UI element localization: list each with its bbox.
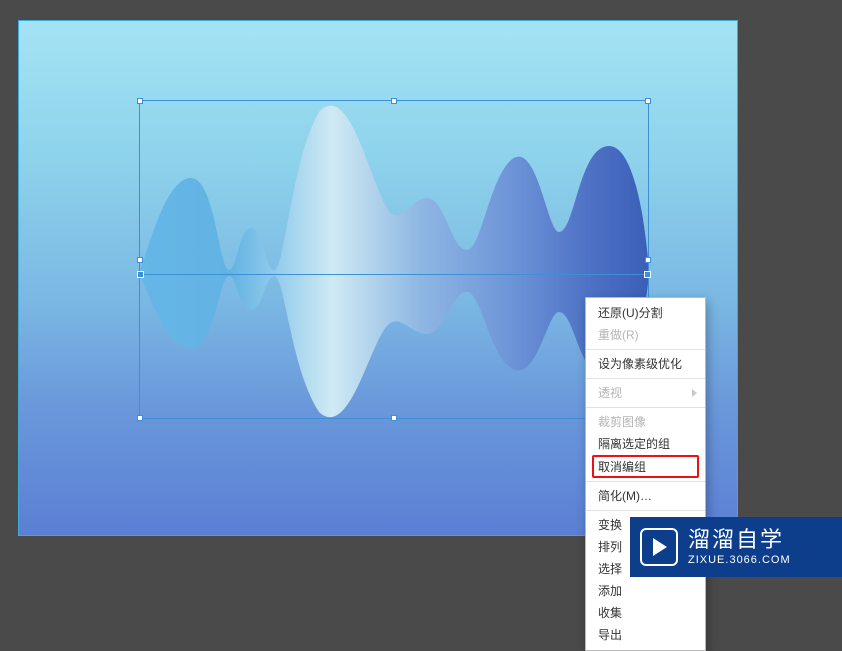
watermark-url: ZIXUE.3066.COM	[688, 554, 791, 566]
menu-item-collect[interactable]: 收集	[586, 602, 705, 624]
menu-separator	[586, 349, 705, 350]
submenu-arrow-icon	[692, 389, 697, 397]
menu-item-isolate-group[interactable]: 隔离选定的组	[586, 433, 705, 455]
menu-item-perspective: 透视	[586, 382, 705, 404]
menu-item-pixel-optimize[interactable]: 设为像素级优化	[586, 353, 705, 375]
app-stage: 还原(U)分割 重做(R) 设为像素级优化 透视 裁剪图像 隔离选定的组 取消编…	[0, 0, 842, 595]
context-menu: 还原(U)分割 重做(R) 设为像素级优化 透视 裁剪图像 隔离选定的组 取消编…	[585, 297, 706, 651]
menu-item-ungroup[interactable]: 取消编组	[598, 458, 693, 475]
menu-item-export[interactable]: 导出	[586, 624, 705, 646]
menu-item-undo[interactable]: 还原(U)分割	[586, 302, 705, 324]
menu-separator	[586, 378, 705, 379]
menu-label: 变换	[598, 518, 622, 532]
menu-label: 透视	[598, 386, 622, 400]
watermark-text: 溜溜自学 ZIXUE.3066.COM	[688, 528, 791, 566]
menu-separator	[586, 510, 705, 511]
play-icon	[640, 528, 678, 566]
waveform-shape[interactable]	[139, 100, 649, 419]
watermark-title: 溜溜自学	[688, 528, 791, 552]
menu-item-add[interactable]: 添加	[586, 580, 705, 602]
menu-item-redo: 重做(R)	[586, 324, 705, 346]
watermark-badge: 溜溜自学 ZIXUE.3066.COM	[630, 517, 842, 577]
menu-separator	[586, 481, 705, 482]
menu-item-simplify[interactable]: 简化(M)…	[586, 485, 705, 507]
menu-item-ungroup-highlight: 取消编组	[592, 455, 699, 478]
menu-separator	[586, 407, 705, 408]
menu-item-crop: 裁剪图像	[586, 411, 705, 433]
